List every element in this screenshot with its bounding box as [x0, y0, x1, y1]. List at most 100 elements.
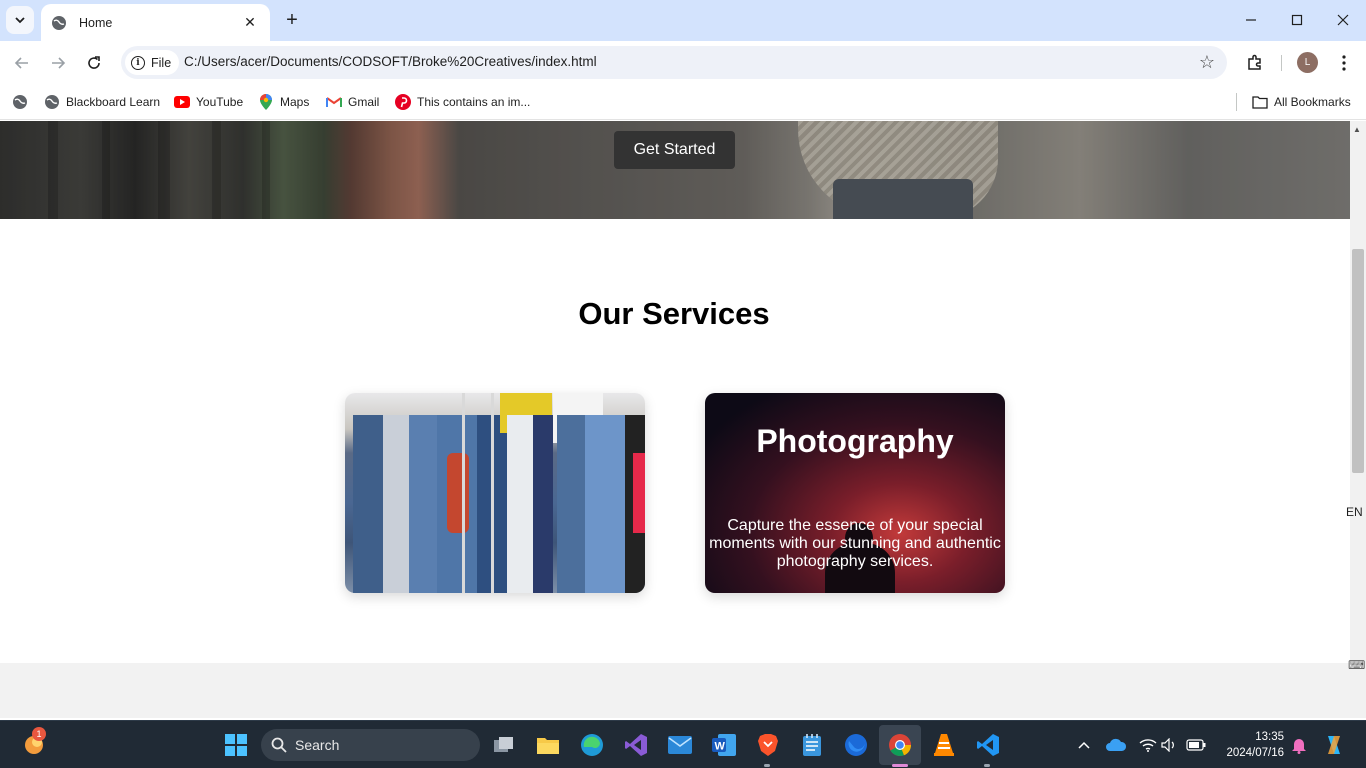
close-icon: [1337, 14, 1349, 26]
input-language-indicator[interactable]: EN: [1346, 505, 1363, 519]
brave-browser-icon[interactable]: [754, 731, 782, 759]
folder-icon: [1252, 94, 1268, 110]
maximize-button[interactable]: [1274, 0, 1320, 40]
menu-button[interactable]: [1330, 49, 1358, 77]
file-explorer-icon[interactable]: [534, 731, 562, 759]
profile-avatar[interactable]: L: [1297, 52, 1318, 73]
windows-taskbar: Search W 13:35 2024/07/16: [0, 720, 1366, 768]
notification-bell-icon[interactable]: [1285, 731, 1313, 759]
vlc-icon[interactable]: [930, 731, 958, 759]
search-icon: [271, 737, 287, 753]
scrollbar-thumb[interactable]: [1352, 249, 1364, 473]
mail-icon[interactable]: [666, 731, 694, 759]
bookmark-pinterest[interactable]: This contains an im...: [395, 92, 530, 112]
close-tab-icon[interactable]: ✕: [240, 13, 260, 33]
maps-pin-icon: [258, 94, 274, 110]
bookmark-label: Blackboard Learn: [66, 95, 161, 109]
bookmarks-bar: Blackboard Learn YouTube Maps Gmail This…: [0, 85, 1366, 120]
info-icon: i: [131, 55, 145, 70]
chrome-icon[interactable]: [886, 731, 914, 759]
embroidered-patch: [447, 453, 469, 533]
apps-shortcut[interactable]: [12, 92, 34, 112]
bookmarks-divider: [1236, 93, 1237, 111]
card-title: Photography: [756, 423, 954, 459]
next-section-band: [0, 663, 1350, 718]
forward-button[interactable]: [44, 49, 72, 77]
card-description: Capture the essence of your special mome…: [709, 517, 1001, 570]
close-window-button[interactable]: [1320, 0, 1366, 40]
site-info-chip[interactable]: i File: [125, 50, 180, 75]
clock-date: 2024/07/16: [1226, 747, 1284, 759]
minimize-icon: [1246, 19, 1256, 21]
address-bar[interactable]: i File C:/Users/acer/Documents/CODSOFT/B…: [121, 46, 1227, 79]
bookmark-youtube[interactable]: YouTube: [174, 92, 243, 112]
tab-home[interactable]: Home ✕: [41, 4, 270, 41]
hero-banner: Get Started: [0, 121, 1350, 219]
weather-notification-badge: 1: [32, 727, 46, 741]
all-bookmarks-label: All Bookmarks: [1274, 95, 1351, 109]
youtube-icon: [174, 94, 190, 110]
arrow-left-icon: [14, 57, 28, 69]
bookmark-gmail[interactable]: Gmail: [326, 92, 379, 112]
all-bookmarks-button[interactable]: All Bookmarks: [1252, 92, 1351, 112]
running-indicator: [984, 764, 990, 767]
volume-icon[interactable]: [1156, 731, 1184, 759]
services-heading: Our Services: [578, 296, 770, 331]
get-started-button[interactable]: Get Started: [614, 131, 735, 169]
visual-studio-icon[interactable]: [622, 731, 650, 759]
pinterest-icon: [395, 94, 411, 110]
tab-title: Home: [79, 15, 113, 30]
task-view-icon[interactable]: [490, 731, 518, 759]
onedrive-icon[interactable]: [1102, 731, 1130, 759]
minimize-button[interactable]: [1228, 0, 1274, 40]
gmail-icon: [326, 94, 342, 110]
bookmark-label: This contains an im...: [417, 95, 531, 109]
url-text[interactable]: C:/Users/acer/Documents/CODSOFT/Broke%20…: [184, 54, 597, 69]
bookmark-label: Maps: [280, 95, 310, 109]
service-card-fashion[interactable]: [345, 393, 645, 593]
browser-toolbar: i File C:/Users/acer/Documents/CODSOFT/B…: [0, 41, 1366, 85]
page-viewport: Get Started Our Services Photography Cap…: [0, 121, 1350, 718]
running-indicator: [764, 764, 770, 767]
firefox-icon[interactable]: [842, 731, 870, 759]
back-button[interactable]: [8, 49, 36, 77]
bookmark-label: Gmail: [348, 95, 380, 109]
active-indicator: [892, 764, 908, 767]
notepad-icon[interactable]: [798, 731, 826, 759]
reload-button[interactable]: [80, 49, 108, 77]
arrow-right-icon: [52, 57, 66, 69]
word-icon[interactable]: W: [710, 731, 738, 759]
taskbar-clock[interactable]: 13:35 2024/07/16: [1216, 729, 1284, 761]
search-label: Search: [295, 737, 340, 753]
reload-icon: [88, 56, 100, 69]
bookmark-label: YouTube: [196, 95, 244, 109]
puzzle-icon: [1248, 54, 1261, 70]
url-scheme-label: File: [151, 55, 172, 70]
start-button[interactable]: [222, 731, 250, 759]
scroll-up-icon[interactable]: ▲: [1353, 125, 1361, 134]
globe-icon: [12, 94, 28, 110]
tab-strip: Home ✕ +: [0, 0, 1366, 41]
bookmark-maps[interactable]: Maps: [258, 92, 309, 112]
battery-icon[interactable]: [1182, 731, 1210, 759]
copilot-icon[interactable]: [1320, 731, 1348, 759]
tab-search-button[interactable]: [6, 6, 34, 34]
new-tab-button[interactable]: +: [281, 9, 303, 31]
taskbar-search[interactable]: Search: [261, 729, 480, 761]
globe-icon: [44, 94, 60, 110]
touch-keyboard-icon[interactable]: ⌨: [1348, 658, 1365, 672]
chevron-down-icon: [15, 17, 25, 24]
edge-browser-icon[interactable]: [578, 731, 606, 759]
chevron-up-icon[interactable]: [1070, 731, 1098, 759]
bookmark-blackboard[interactable]: Blackboard Learn: [44, 92, 160, 112]
windows-logo-icon: [225, 734, 247, 756]
page-scrollbar[interactable]: ▲: [1350, 121, 1366, 718]
toolbar-divider: [1281, 55, 1282, 71]
extensions-button[interactable]: [1241, 49, 1269, 77]
vscode-icon[interactable]: [974, 731, 1002, 759]
service-card-photography[interactable]: Photography Capture the essence of your …: [705, 393, 1005, 593]
kebab-menu-icon: [1342, 55, 1346, 71]
clock-time: 13:35: [1255, 731, 1284, 743]
bookmark-star-icon[interactable]: ☆: [1199, 52, 1215, 73]
globe-icon: [51, 15, 67, 31]
